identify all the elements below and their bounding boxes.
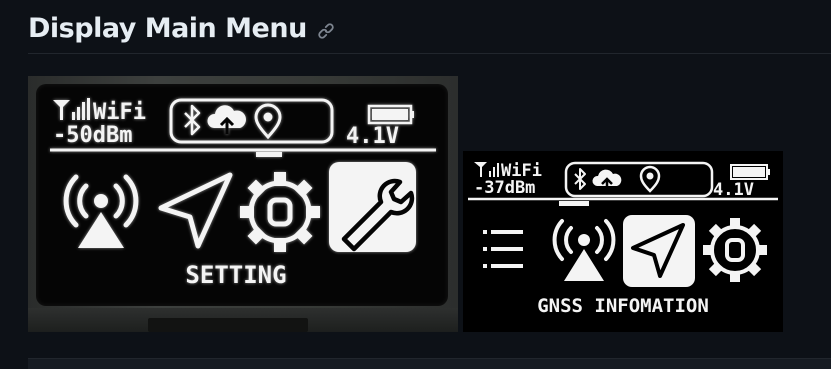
navigation-arrow-icon [158,172,233,249]
cloud-upload-icon [592,169,622,191]
heading-divider [28,53,831,54]
wifi-signal-value: -37dBm [474,178,535,198]
next-content-panel [28,358,831,369]
menu-label: SETTING [185,261,286,289]
page-indicator [256,152,282,157]
battery-icon [730,164,770,180]
radio-tower-icon [63,174,139,248]
wifi-signal-value: -50dBm [53,123,132,148]
navigation-arrow-icon [623,215,695,287]
wifi-label: WiFi [93,100,146,125]
menu-label: GNSS INFOMATION [537,295,709,317]
battery-voltage: 4.1V [713,180,754,200]
list-icon [483,230,523,268]
gear-icon [703,218,767,282]
oled-screen-render: WiFi -37dBm 4.1V GNSS INFOMATION [463,151,783,332]
gear-icon [240,172,320,252]
battery-voltage: 4.1V [346,124,399,149]
section-title: Display Main Menu [28,12,307,44]
bluetooth-icon [184,104,201,136]
link-icon[interactable] [317,22,335,40]
location-pin-icon [639,165,661,193]
signal-bars-icon [53,98,90,120]
status-capsule [564,161,714,198]
bluetooth-icon [574,168,586,190]
location-pin-icon [254,103,282,140]
battery-icon [367,104,414,125]
status-capsule [169,98,334,144]
wrench-icon [329,162,416,252]
page-indicator [559,201,589,206]
photo-oled-screen: WiFi -50dBm 4.1V SETTING [50,98,436,289]
clean-oled-screen: WiFi -37dBm 4.1V GNSS INFOMATION [468,161,778,317]
cloud-upload-icon [207,105,247,134]
section-heading: Display Main Menu [28,10,335,46]
radio-tower-icon [552,219,616,281]
signal-bars-icon [474,162,499,177]
device-photo: WiFi -50dBm 4.1V SETTING [28,76,458,332]
